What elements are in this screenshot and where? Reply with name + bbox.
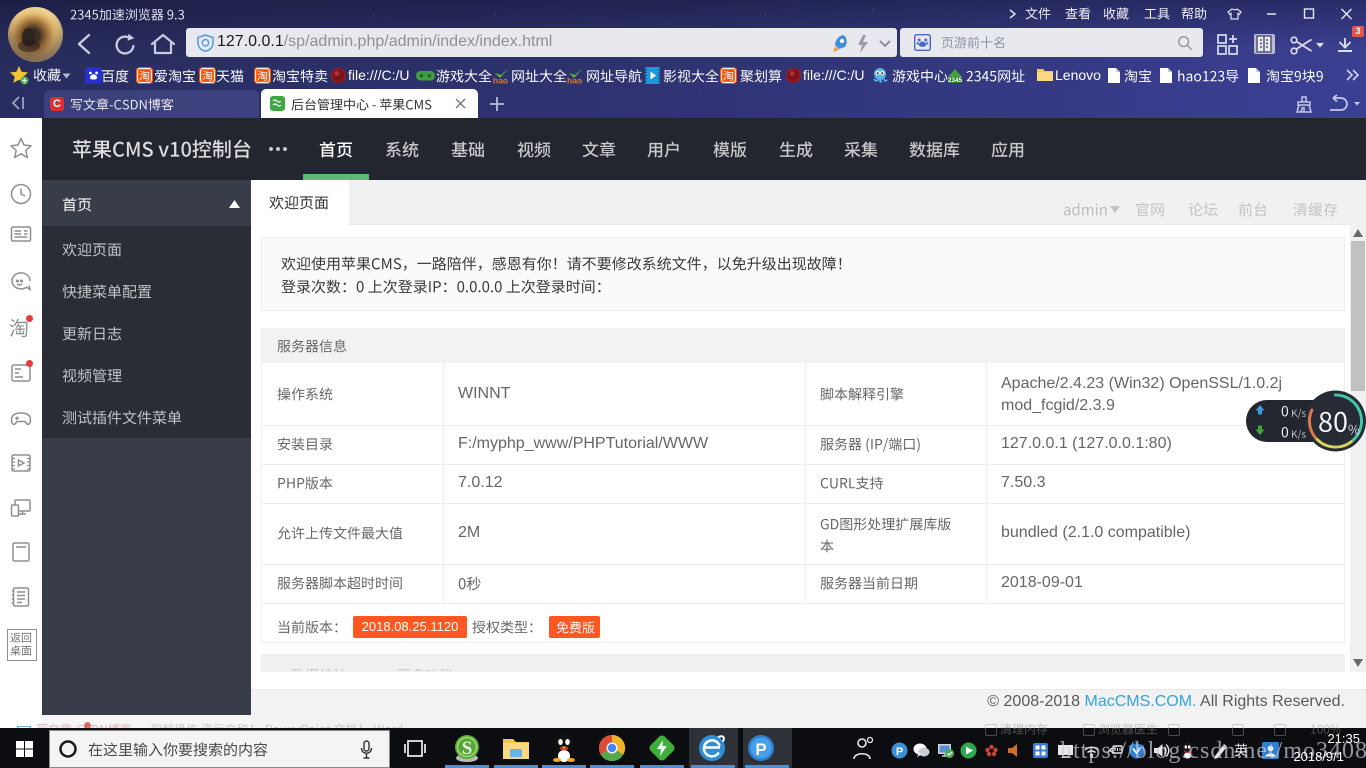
svg-text:hao: hao bbox=[493, 76, 508, 86]
svg-text:P: P bbox=[896, 746, 903, 758]
svg-text:hao: hao bbox=[567, 76, 582, 86]
svg-text:P: P bbox=[755, 740, 766, 759]
svg-text:2345: 2345 bbox=[948, 77, 963, 84]
svg-text:S: S bbox=[462, 738, 473, 759]
